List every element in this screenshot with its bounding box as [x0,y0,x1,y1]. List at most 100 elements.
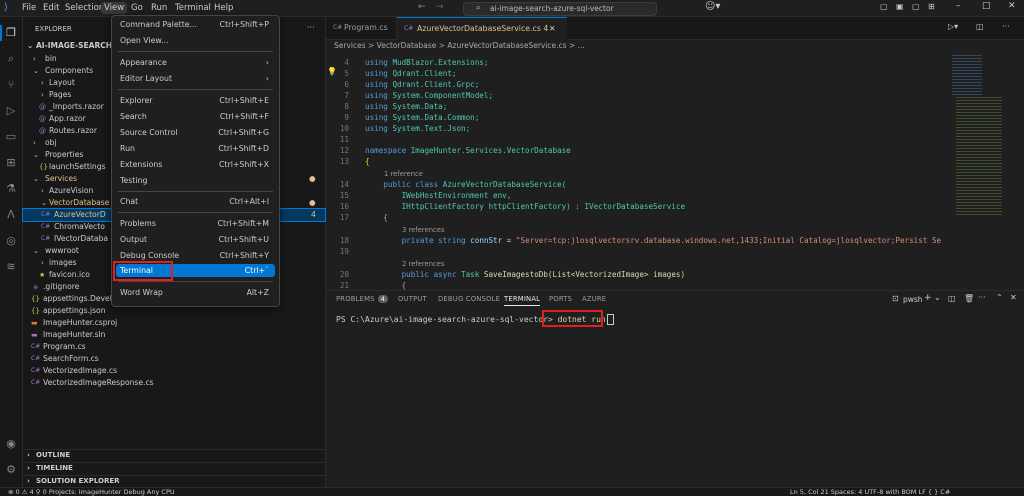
menu-help[interactable]: Help [211,2,236,14]
menu-item-word-wrap[interactable]: Word Wrap Alt+Z [116,286,275,299]
minimize-icon[interactable]: – [956,1,961,11]
remote-explorer-icon[interactable]: ▭ [4,130,18,144]
minimap[interactable] [948,53,1014,289]
menu-view[interactable]: View [101,2,128,14]
manage-gear-icon[interactable]: ⚙ [4,463,18,477]
tree-item-label: bin [45,54,57,63]
customize-layout-icon[interactable]: ⊞ [928,2,935,11]
line-number: 20 [339,270,349,279]
menu-item-search[interactable]: Search Ctrl+Shift+F [116,110,275,123]
tree-item-sln[interactable]: ▬ ImageHunter.sln [23,329,325,341]
timeline-section[interactable]: › TIMELINE [23,462,325,474]
menu-item-source-control[interactable]: Source Control Ctrl+Shift+G [116,126,275,139]
toggle-panel-icon[interactable]: ▣ [896,2,904,11]
tab-terminal[interactable]: TERMINAL [504,295,541,306]
csharp-file-icon: C# [41,235,51,242]
menu-item-command-palette[interactable]: Command Palette... Ctrl+Shift+P [116,18,275,31]
trash-icon[interactable]: 🗑 [964,294,974,303]
menu-file[interactable]: File [19,2,39,14]
tab-debug-console[interactable]: DEBUG CONSOLE [438,295,500,303]
menu-terminal[interactable]: Terminal [172,2,214,14]
account-icon[interactable]: ◉ [4,437,18,451]
chevron-down-icon[interactable]: ⌄ [934,293,941,302]
command-center-search[interactable]: ⌕ ai-image-search-azure-sql-vector [463,2,657,16]
more-actions-icon[interactable]: ··· [978,293,986,302]
tree-item-program-cs[interactable]: C# Program.cs [23,341,325,353]
codelens-references[interactable]: 1 reference [384,169,423,179]
sidebar-more-icon[interactable]: ··· [307,23,315,32]
line-number: 13 [339,157,349,166]
breadcrumb[interactable]: Services > VectorDatabase > AzureVectorD… [326,40,1024,52]
chat-icon[interactable]: ◎ [4,234,18,248]
code-editor[interactable]: 💡 4 using MudBlazor.Extensions; 5 using Qd… [326,53,1024,290]
csharp-file-icon: C# [31,367,41,374]
tab-ports[interactable]: PORTS [549,295,572,303]
terminal-shell-label[interactable]: pwsh [903,295,923,304]
menu-item-problems[interactable]: Problems Ctrl+Shift+M [116,217,275,230]
explorer-icon[interactable]: ❐ [4,26,18,40]
csharp-file-icon: C# [41,211,51,218]
tab-problems[interactable]: PROBLEMS 4 [336,295,389,303]
tab-azure[interactable]: AZURE [582,295,606,303]
extensions-icon[interactable]: ⊞ [4,156,18,170]
source-control-icon[interactable]: ⑂ [4,78,18,92]
close-panel-icon[interactable]: ✕ [1010,293,1017,302]
copilot-icon[interactable]: ☺▾ [705,1,720,12]
docker-icon[interactable]: ≋ [4,260,18,274]
chevron-right-icon: › [41,91,44,99]
codelens-references[interactable]: 2 references [402,259,444,269]
menu-item-run[interactable]: Run Ctrl+Shift+D [116,142,275,155]
line-number: 7 [344,91,349,100]
split-terminal-icon[interactable]: ◫ [948,294,956,303]
testing-icon[interactable]: ⚗ [4,182,18,196]
menu-go[interactable]: Go [128,2,146,14]
chevron-down-icon: ⌄ [33,247,39,255]
codelens-references[interactable]: 3 references [402,225,444,235]
solution-explorer-section[interactable]: › SOLUTION EXPLORER [23,475,325,487]
tree-item-vectorizedimageresponse-cs[interactable]: C# VectorizedImageResponse.cs [23,377,325,389]
chevron-down-icon: ⌄ [27,41,34,50]
menu-item-open-view[interactable]: Open View... [116,34,275,47]
tree-item-csproj[interactable]: ▬ ImageHunter.csproj [23,317,325,329]
maximize-icon[interactable]: □ [982,1,991,11]
outline-section[interactable]: › OUTLINE [23,449,325,461]
json-file-icon: {} [39,163,48,171]
menu-item-extensions[interactable]: Extensions Ctrl+Shift+X [116,158,275,171]
more-actions-icon[interactable]: ··· [1002,22,1010,31]
menu-item-explorer[interactable]: Explorer Ctrl+Shift+E [116,94,275,107]
menu-run[interactable]: Run [148,2,170,14]
modified-dot-icon: ● [309,198,316,207]
line-number: 12 [339,146,349,155]
maximize-panel-icon[interactable]: ⌃ [996,293,1003,302]
run-code-icon[interactable]: ▷▾ [948,22,958,31]
toggle-secondary-sidebar-icon[interactable]: ▢ [912,2,920,11]
menu-item-appearance[interactable]: Appearance › [116,56,275,69]
tab-output[interactable]: OUTPUT [398,295,427,303]
menu-edit[interactable]: Edit [40,2,62,14]
search-icon[interactable]: ⌕ [4,52,18,66]
json-file-icon: {} [31,295,40,303]
menu-item-editor-layout[interactable]: Editor Layout › [116,72,275,85]
menu-item-testing[interactable]: Testing [116,174,275,187]
azure-icon[interactable]: Λ [4,208,18,222]
tree-item-label: favicon.ico [49,270,90,279]
close-icon[interactable]: ✕ [1008,1,1016,11]
terminal-cursor [606,314,614,325]
tab-program-cs[interactable]: C# Program.cs [326,17,397,39]
menu-item-output[interactable]: Output Ctrl+Shift+U [116,233,275,246]
line-number: 11 [339,135,349,144]
split-editor-icon[interactable]: ◫ [976,22,984,31]
tree-item-searchform-cs[interactable]: C# SearchForm.cs [23,353,325,365]
command-highlight-box [542,310,603,327]
new-terminal-icon[interactable]: + [924,293,932,303]
menu-item-chat[interactable]: Chat Ctrl+Alt+I [116,195,275,208]
tab-azurevectordatabaseservice[interactable]: C# AzureVectorDatabaseService.cs 4 ✕ [397,17,567,40]
nav-forward-icon[interactable]: → [436,2,444,12]
nav-back-icon[interactable]: ← [418,2,426,12]
close-tab-icon[interactable]: ✕ [549,18,556,40]
toggle-sidebar-icon[interactable]: ▢ [880,2,888,11]
menu-separator [118,51,273,52]
code-keyword: using [365,80,388,89]
run-debug-icon[interactable]: ▷ [4,104,18,118]
tree-item-vectorizedimage-cs[interactable]: C# VectorizedImage.cs [23,365,325,377]
